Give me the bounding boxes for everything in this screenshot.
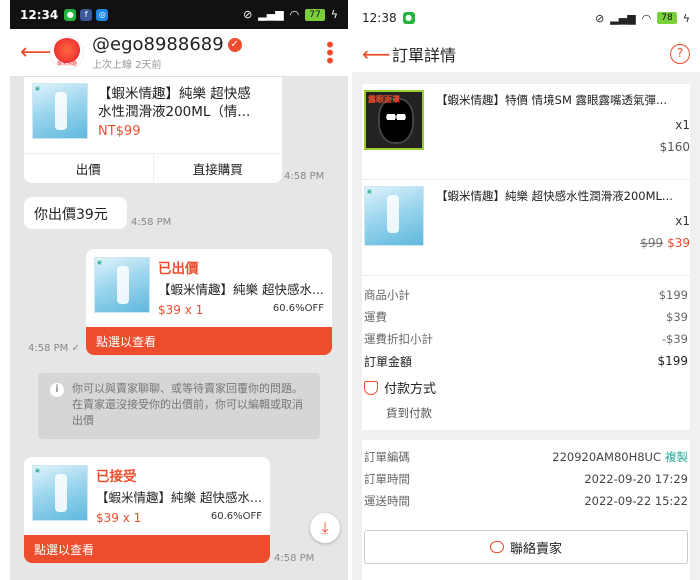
charging-icon: ϟ — [330, 8, 338, 21]
chat-screen: 12:34 ● f ◎ ⊘ ▂▄▆ ◠ 77 ϟ ⟵ 蝦米情趣 @ego8988… — [10, 0, 348, 580]
make-offer-button[interactable]: 出價 — [24, 154, 153, 183]
mute-icon: ⊘ — [243, 8, 253, 21]
order-number-row: 訂單編碼 220920AM80H8UC 複製 — [364, 450, 688, 464]
message-time: 4:58 PM — [284, 171, 325, 182]
battery-icon: 78 — [657, 12, 677, 24]
screenshot-stage: 12:34 ● f ◎ ⊘ ▂▄▆ ◠ 77 ϟ ⟵ 蝦米情趣 @ego8988… — [0, 0, 700, 580]
app-icon: ◎ — [96, 8, 109, 21]
facebook-app-icon: f — [80, 8, 93, 21]
status-bar: 12:38 ● ⊘ ▂▄▆ ◠ 78 ϟ — [352, 0, 700, 36]
message-time: 4:58 PM — [131, 217, 172, 228]
product-thumbnail: ▣ — [32, 465, 88, 521]
line-app-icon: ● — [402, 12, 415, 24]
offer-status: 已出價 — [158, 261, 199, 277]
more-options-icon[interactable]: • • • — [322, 35, 338, 71]
signal-icon: ▂▄▆ — [610, 11, 636, 25]
status-icons: ⊘ ▂▄▆ ◠ 77 ϟ — [243, 8, 338, 21]
item-price: $160 — [659, 140, 690, 154]
status-bar: 12:34 ● f ◎ ⊘ ▂▄▆ ◠ 77 ϟ — [10, 0, 348, 29]
order-items: 露眼面罩 【蝦米情趣】特價 情境SM 露眼露嘴透氣彈... x1 $160 ▣ … — [362, 84, 690, 378]
payment-method: 貨到付款 — [386, 406, 432, 420]
order-header: ⟵ 訂單詳情 ? — [352, 36, 700, 72]
chat-header: ⟵ 蝦米情趣 @ego8988689 ✓ 上次上線 2天前 • • • — [10, 29, 348, 77]
price-summary: 商品小計 $199 運費 $39 運費折扣小計 -$39 訂單金額 $199 — [362, 276, 690, 378]
info-icon: i — [50, 383, 64, 397]
scroll-down-button[interactable]: ⤓ — [310, 513, 340, 543]
offer-notice: i 你可以與賣家聊聊、或等待賣家回覆你的問題。在賣家還沒接受你的出價前，你可以編… — [38, 373, 320, 439]
mask-product-image: 露眼面罩 — [364, 90, 424, 150]
status-time: 12:38 — [362, 11, 397, 25]
view-offer-button[interactable]: 點選以查看 — [86, 327, 332, 355]
copy-button[interactable]: 複製 — [665, 450, 688, 464]
order-time-row: 訂單時間 2022-09-20 17:29 — [364, 472, 688, 486]
back-arrow-icon[interactable]: ⟵ — [20, 40, 52, 65]
status-time: 12:34 — [20, 7, 59, 22]
status-icons: ⊘ ▂▄▆ ◠ 78 ϟ — [595, 12, 690, 25]
verified-badge-icon: ✓ — [227, 37, 242, 52]
payment-title: 付款方式 — [364, 378, 688, 397]
chat-bubble-icon — [489, 541, 504, 553]
summary-row: 運費折扣小計 -$39 — [364, 332, 688, 346]
signal-icon: ▂▄▆ — [258, 8, 284, 21]
item-quantity: x1 — [675, 118, 690, 132]
product-price: NT$99 — [98, 124, 141, 139]
last-seen: 上次上線 2天前 — [92, 60, 162, 71]
accepted-offer-card[interactable]: ▣ 已接受 【蝦米情趣】純樂 超快感水... $39 x 1 60.6%OFF … — [24, 457, 270, 563]
order-number: 220920AM80H8UC — [552, 450, 661, 464]
order-item[interactable]: ▣ 【蝦米情趣】純樂 超快感水性潤滑液200ML... x1 $99 $39 — [362, 180, 690, 276]
ship-time-row: 運送時間 2022-09-22 15:22 — [364, 494, 688, 508]
charging-icon: ϟ — [682, 11, 690, 25]
offer-card[interactable]: ▣ 已出價 【蝦米情趣】純樂 超快感水... $39 x 1 60.6%OFF … — [86, 249, 332, 355]
message-time: 4:58 PM ✓ — [28, 343, 80, 354]
avatar[interactable]: 蝦米情趣 — [50, 35, 84, 70]
back-arrow-icon[interactable]: ⟵ — [362, 42, 392, 66]
summary-row: 運費 $39 — [364, 310, 688, 324]
battery-icon: 77 — [305, 8, 325, 21]
item-price: $99 $39 — [640, 236, 690, 250]
arrow-down-icon: ⤓ — [321, 518, 329, 537]
item-quantity: x1 — [675, 214, 690, 228]
payment-section: 付款方式 貨到付款 — [362, 368, 690, 430]
help-icon[interactable]: ? — [670, 44, 690, 64]
item-title: 【蝦米情趣】特價 情境SM 露眼露嘴透氣彈... — [436, 93, 667, 107]
message-time: 4:58 PM — [274, 553, 315, 564]
chat-messages: ▣ 【蝦米情趣】純樂 超快感 水性潤滑液200ML（情... NT$99 出價 … — [10, 77, 348, 580]
offer-status: 已接受 — [96, 469, 137, 485]
buy-now-button[interactable]: 直接購買 — [152, 154, 283, 183]
page-title: 訂單詳情 — [392, 46, 457, 65]
lubricant-product-image: ▣ — [364, 186, 424, 246]
item-title: 【蝦米情趣】純樂 超快感水性潤滑液200ML... — [436, 189, 673, 203]
view-accepted-button[interactable]: 點選以查看 — [24, 535, 270, 563]
product-thumbnail: ▣ — [94, 257, 150, 313]
summary-row: 商品小計 $199 — [364, 288, 688, 302]
product-card[interactable]: ▣ 【蝦米情趣】純樂 超快感 水性潤滑液200ML（情... NT$99 出價 … — [24, 77, 282, 183]
payment-shield-icon — [364, 380, 378, 395]
order-meta: 訂單編碼 220920AM80H8UC 複製 訂單時間 2022-09-20 17… — [362, 440, 690, 520]
order-details-screen: 12:38 ● ⊘ ▂▄▆ ◠ 78 ϟ ⟵ 訂單詳情 ? 露眼面罩 【蝦米情趣… — [352, 0, 700, 580]
contact-section: 聯絡賣家 — [362, 520, 690, 580]
shop-logo-icon: 蝦米情趣 — [52, 37, 82, 68]
offer-message-bubble: 你出價39元 — [24, 197, 127, 229]
contact-seller-button[interactable]: 聯絡賣家 — [364, 530, 688, 564]
product-card-actions: 出價 直接購買 — [24, 153, 282, 183]
product-thumbnail: ▣ — [32, 83, 88, 139]
mute-icon: ⊘ — [595, 11, 605, 25]
wifi-icon: ◠ — [289, 8, 300, 21]
user-info[interactable]: @ego8988689 ✓ 上次上線 2天前 — [92, 34, 322, 71]
username: @ego8988689 ✓ — [92, 34, 322, 55]
line-app-icon: ● — [64, 8, 77, 21]
order-item[interactable]: 露眼面罩 【蝦米情趣】特價 情境SM 露眼露嘴透氣彈... x1 $160 — [362, 84, 690, 180]
wifi-icon: ◠ — [641, 11, 652, 25]
